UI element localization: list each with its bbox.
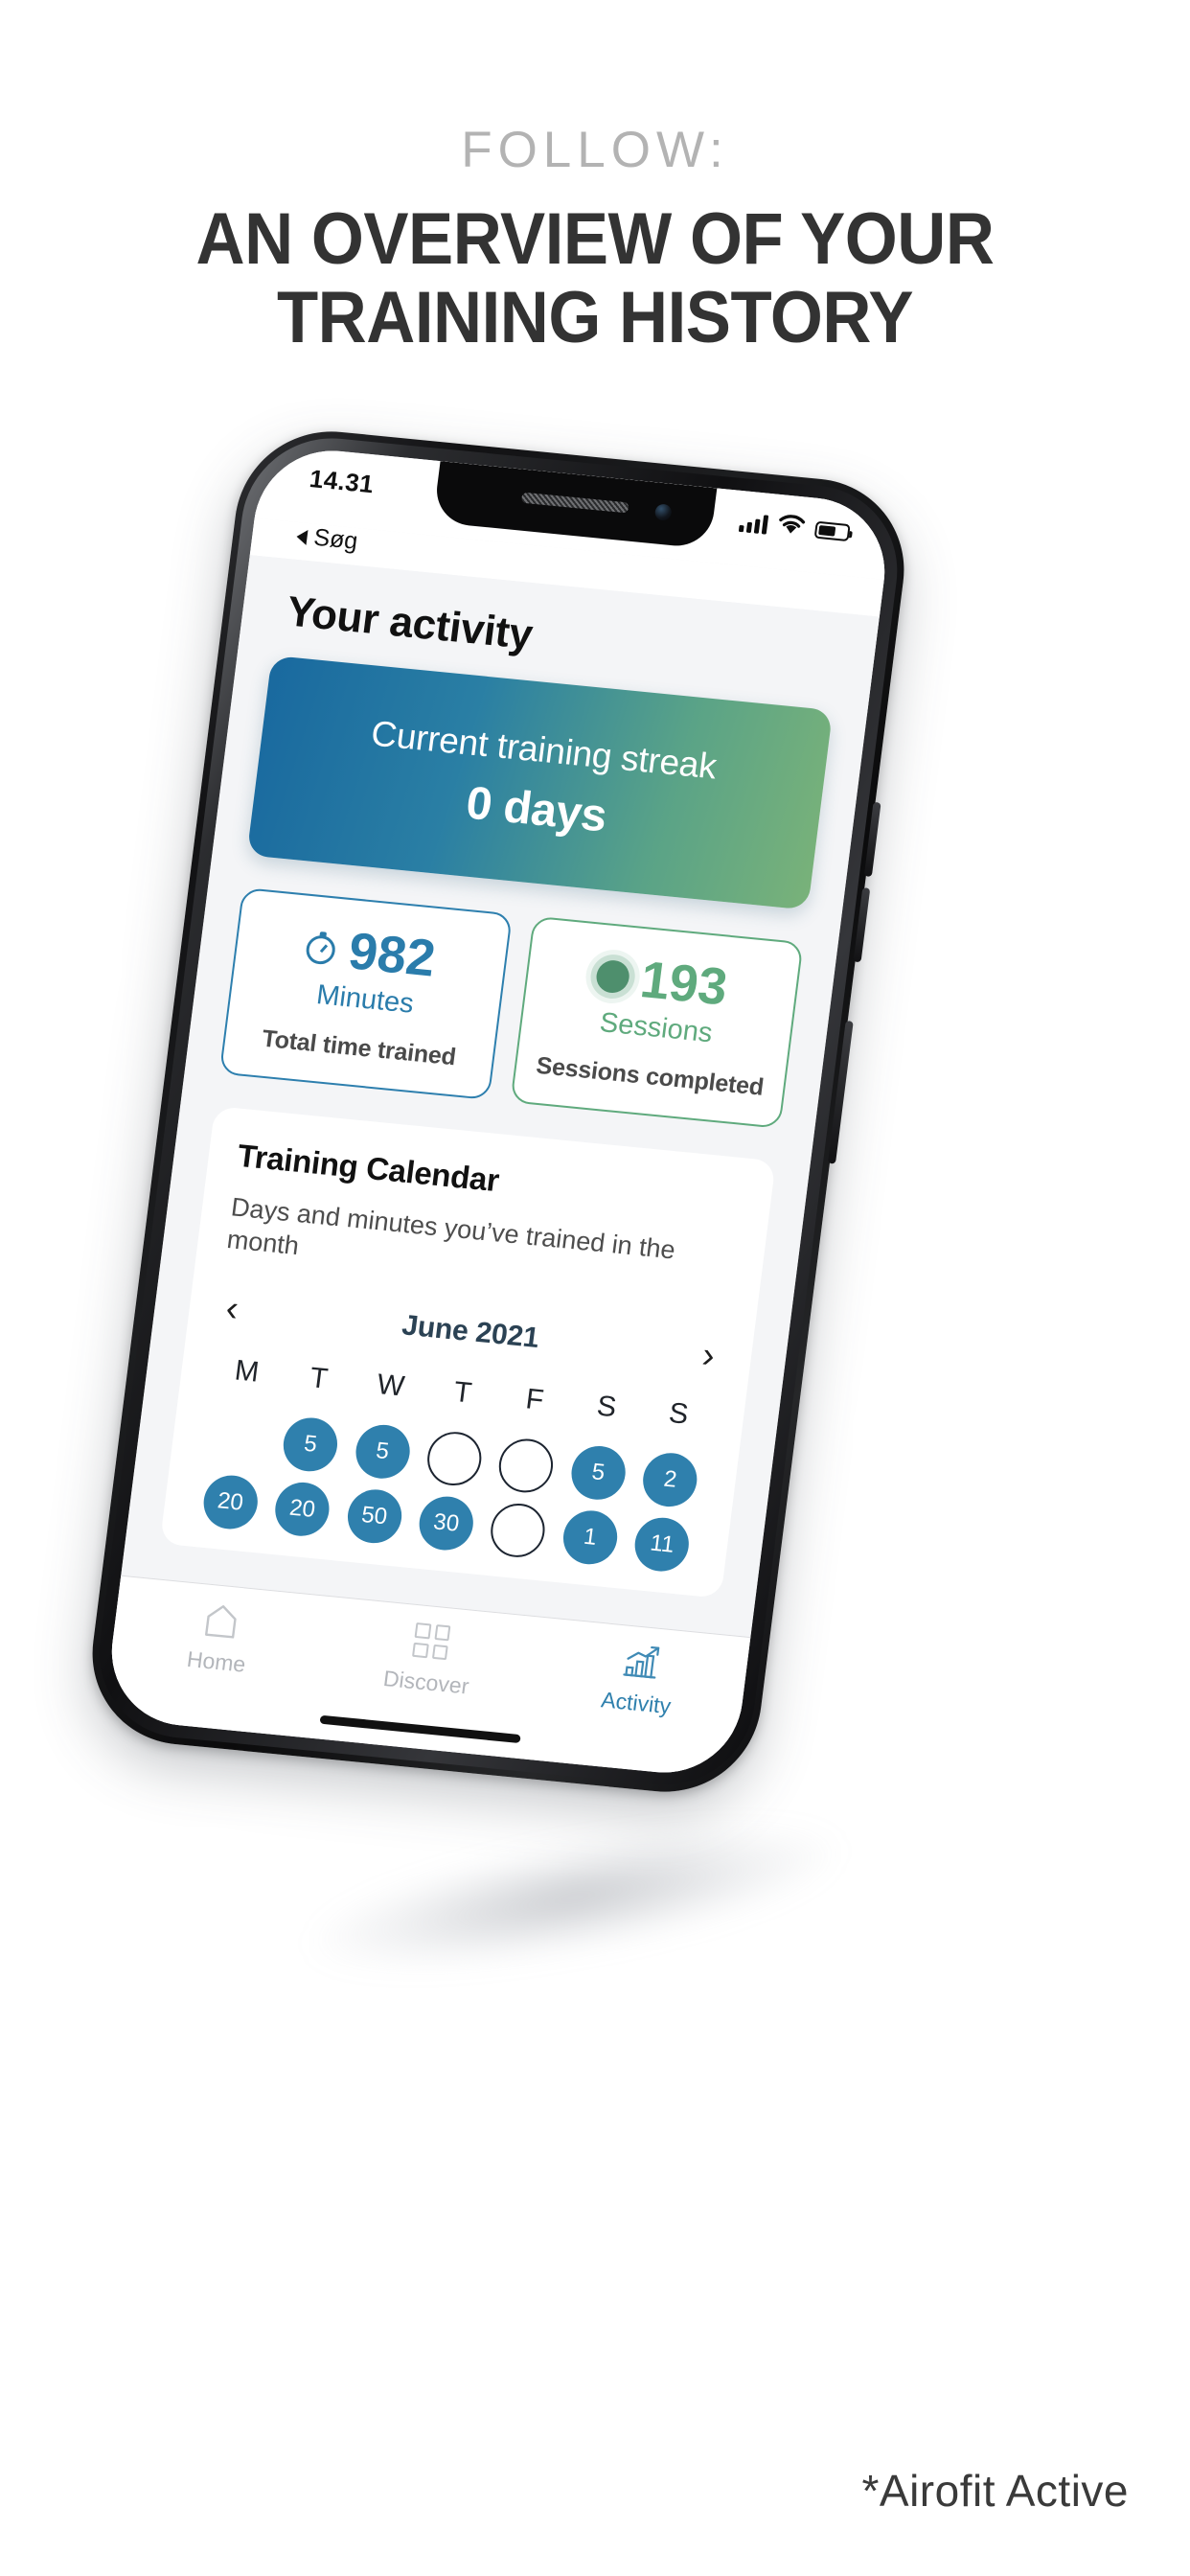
tab-discover-label: Discover — [381, 1666, 470, 1699]
back-caret-icon — [295, 528, 309, 545]
calendar-day-cell[interactable] — [495, 1437, 557, 1496]
footer-caption: *Airofit Active — [861, 2466, 1129, 2516]
chevron-right-icon[interactable]: › — [700, 1335, 718, 1376]
phone-drop-shadow — [309, 1799, 840, 1996]
total-time-card[interactable]: 982 Minutes Total time trained — [218, 886, 513, 1101]
tab-discover[interactable]: Discover — [320, 1614, 538, 1706]
bottom-tab-bar: Home Discover Activity — [103, 1575, 751, 1780]
weekday-initial: T — [451, 1375, 474, 1410]
grid-icon — [412, 1622, 451, 1661]
calendar-day-cell[interactable]: 2 — [640, 1450, 700, 1509]
wifi-icon — [776, 514, 806, 541]
weekday-initial: S — [595, 1390, 619, 1424]
calendar-day-cell[interactable] — [488, 1501, 549, 1560]
sessions-card[interactable]: 193 Sessions Sessions completed — [510, 915, 804, 1129]
total-time-value: 982 — [345, 922, 439, 988]
weekday-initial: W — [375, 1368, 407, 1403]
signal-bars-icon — [738, 513, 769, 535]
page-title: AN OVERVIEW OF YOUR TRAINING HISTORY — [41, 198, 1148, 359]
calendar-day-cell[interactable]: 50 — [344, 1486, 405, 1546]
status-time: 14.31 — [308, 464, 376, 499]
calendar-day-cell[interactable]: 20 — [272, 1480, 332, 1539]
tab-home-label: Home — [185, 1645, 247, 1677]
chevron-left-icon[interactable]: ‹ — [223, 1288, 240, 1329]
streak-label: Current training streak — [369, 713, 720, 786]
calendar-cell-blank — [209, 1409, 269, 1467]
promo-header: FOLLOW: AN OVERVIEW OF YOUR TRAINING HIS… — [0, 0, 1190, 357]
calendar-day-cell[interactable]: 5 — [280, 1414, 341, 1474]
calendar-day-cell[interactable]: 5 — [568, 1443, 629, 1503]
earpiece-speaker-icon — [520, 492, 629, 514]
calendar-day-cell[interactable]: 1 — [560, 1507, 621, 1567]
promo-eyebrow: FOLLOW: — [461, 122, 729, 178]
stopwatch-icon — [305, 931, 339, 966]
battery-icon — [813, 520, 851, 542]
back-link-label: Søg — [311, 523, 360, 555]
tab-home[interactable]: Home — [109, 1594, 328, 1686]
sessions-value: 193 — [637, 951, 731, 1017]
total-time-caption: Total time trained — [260, 1024, 458, 1071]
calendar-day-cell[interactable]: 11 — [631, 1515, 693, 1575]
streak-value: 0 days — [463, 777, 610, 841]
front-camera-icon — [653, 503, 673, 521]
calendar-day-cell[interactable]: 20 — [200, 1473, 261, 1532]
bar-chart-icon — [620, 1643, 662, 1681]
tab-activity-label: Activity — [599, 1687, 673, 1719]
promo-title-line-2: TRAINING HISTORY — [276, 277, 914, 359]
sessions-caption: Sessions completed — [535, 1051, 766, 1101]
calendar-day-cell[interactable]: 30 — [416, 1494, 477, 1553]
training-calendar-card: Training Calendar Days and minutes you’v… — [159, 1106, 776, 1598]
stats-row: 982 Minutes Total time trained 193 Sessi… — [218, 886, 804, 1129]
promo-title-line-1: AN OVERVIEW OF YOUR — [195, 198, 995, 280]
weekday-initial: M — [233, 1354, 262, 1389]
session-dot-icon — [594, 958, 632, 995]
calendar-grid: 5 5 5 2 20 20 50 30 1 11 — [191, 1408, 709, 1576]
calendar-day-cell[interactable] — [423, 1429, 485, 1488]
status-icons — [738, 510, 851, 545]
phone-device: 14.31 Søg Your activity Current training… — [81, 423, 915, 1801]
phone-mockup: 14.31 Søg Your activity Current training… — [81, 423, 915, 2290]
weekday-initial: F — [523, 1383, 546, 1416]
weekday-initial: S — [667, 1396, 691, 1431]
weekday-initial: T — [308, 1362, 330, 1395]
home-icon — [201, 1601, 241, 1639]
tab-activity[interactable]: Activity — [530, 1634, 748, 1726]
calendar-month-label: June 2021 — [400, 1309, 541, 1355]
calendar-day-cell[interactable]: 5 — [352, 1422, 413, 1482]
